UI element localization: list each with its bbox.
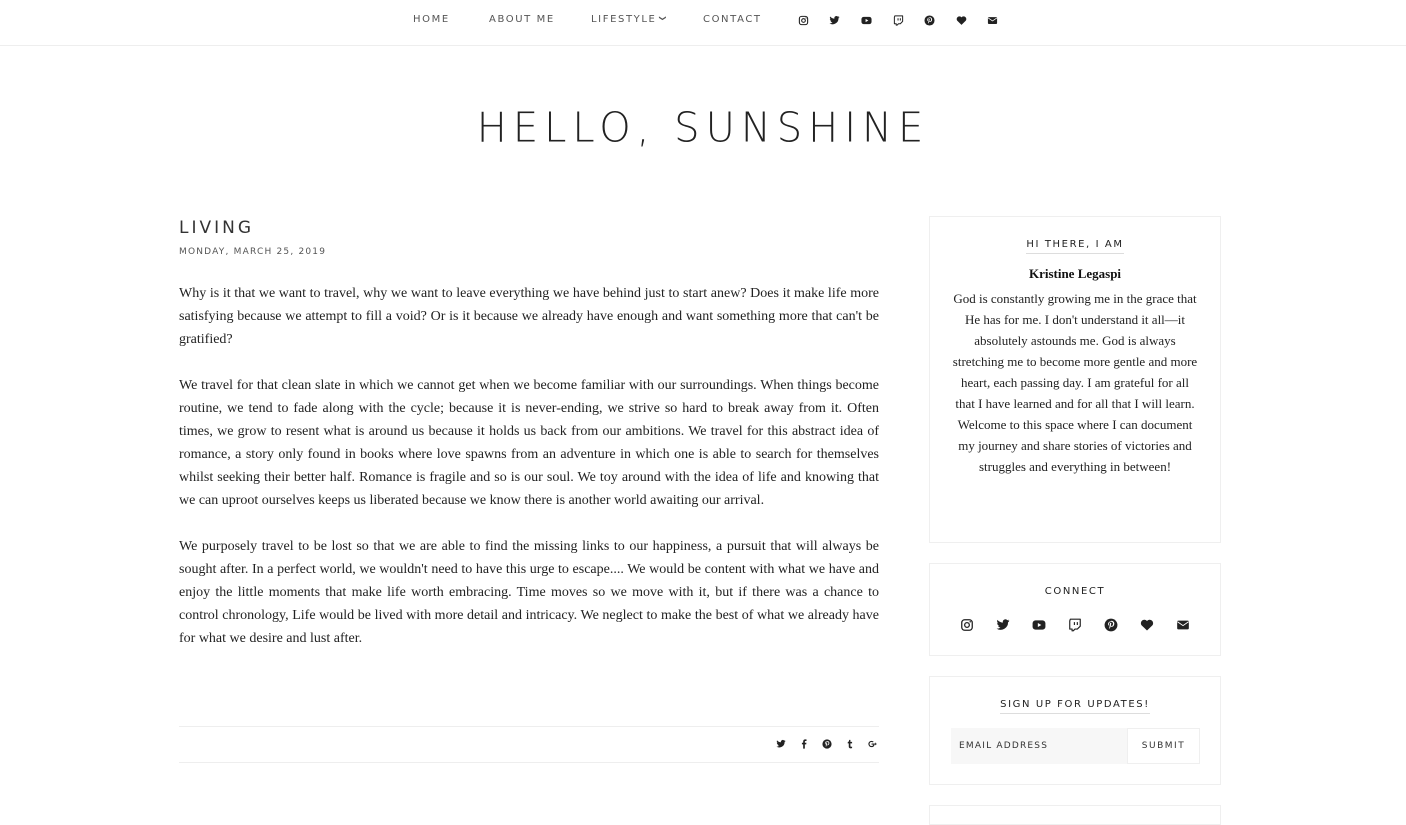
twitter-icon[interactable]	[775, 738, 787, 750]
connect-widget: CONNECT	[929, 563, 1221, 656]
post-body: Why is it that we want to travel, why we…	[179, 282, 879, 650]
post-paragraph: Why is it that we want to travel, why we…	[179, 286, 879, 347]
pinterest-icon[interactable]	[1103, 617, 1119, 633]
author-bio: God is constantly growing me in the grac…	[952, 291, 1198, 474]
heart-icon[interactable]	[1139, 617, 1155, 633]
connect-widget-title: CONNECT	[1044, 586, 1106, 597]
nav-about-me[interactable]: ABOUT ME	[489, 14, 555, 25]
email-icon[interactable]	[985, 13, 999, 27]
chevron-down-icon: ❯	[659, 15, 668, 23]
instagram-icon[interactable]	[959, 617, 975, 633]
about-widget: HI THERE, I AM Kristine Legaspi God is c…	[929, 216, 1221, 543]
twitch-icon[interactable]	[891, 13, 905, 27]
post-date: MONDAY, MARCH 25, 2019	[179, 247, 327, 257]
google-plus-icon[interactable]	[867, 738, 879, 750]
blog-post: LIVING MONDAY, MARCH 25, 2019 Why is it …	[179, 216, 879, 673]
signup-widget: SIGN UP FOR UPDATES! SUBMIT	[929, 676, 1221, 785]
email-field[interactable]	[951, 728, 1127, 764]
email-icon[interactable]	[1175, 617, 1191, 633]
submit-button[interactable]: SUBMIT	[1127, 728, 1200, 764]
instagram-icon[interactable]	[796, 13, 810, 27]
connect-icons	[930, 617, 1220, 633]
facebook-icon[interactable]	[798, 738, 810, 750]
pinterest-icon[interactable]	[821, 738, 833, 750]
twitter-icon[interactable]	[827, 13, 841, 27]
nav-lifestyle-label: LIFESTYLE	[591, 14, 657, 25]
twitch-icon[interactable]	[1067, 617, 1083, 633]
signup-widget-title: SIGN UP FOR UPDATES!	[1000, 699, 1150, 714]
nav-lifestyle[interactable]: LIFESTYLE ❯	[591, 14, 667, 25]
about-widget-title: HI THERE, I AM	[1026, 239, 1124, 254]
post-title[interactable]: LIVING	[179, 216, 879, 240]
nav-contact[interactable]: CONTACT	[703, 14, 762, 25]
twitter-icon[interactable]	[995, 617, 1011, 633]
heart-icon[interactable]	[954, 13, 968, 27]
next-widget	[929, 805, 1221, 825]
share-icons	[764, 738, 879, 750]
author-name: Kristine Legaspi	[1028, 266, 1122, 281]
youtube-icon[interactable]	[859, 13, 873, 27]
pinterest-icon[interactable]	[922, 13, 936, 27]
tumblr-icon[interactable]	[844, 738, 856, 750]
blog-title[interactable]: HELLO, SUNSHINE	[0, 105, 1406, 152]
nav-home[interactable]: HOME	[413, 14, 450, 25]
signup-form: SUBMIT	[951, 728, 1200, 764]
post-paragraph: We travel for that clean slate in which …	[179, 378, 879, 508]
youtube-icon[interactable]	[1031, 617, 1047, 633]
share-bar	[179, 726, 879, 763]
post-paragraph: We purposely travel to be lost so that w…	[179, 539, 879, 646]
top-navigation: HOME ABOUT ME LIFESTYLE ❯ CONTACT	[0, 0, 1406, 46]
